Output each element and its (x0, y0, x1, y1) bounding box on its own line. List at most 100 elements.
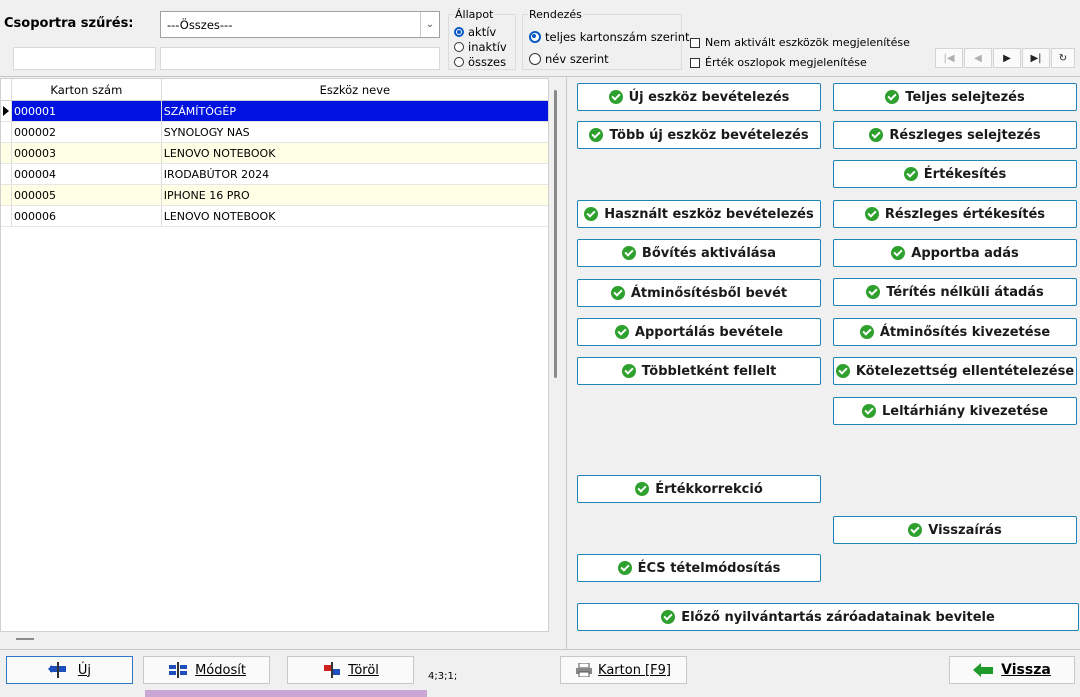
table-row[interactable]: 000004 IRODABÚTOR 2024 (1, 164, 548, 185)
partial-scrapping-button[interactable]: Részleges selejtezés (833, 121, 1077, 149)
printer-icon (576, 663, 593, 677)
multiple-new-assets-button[interactable]: Több új eszköz bevételezés (577, 121, 821, 149)
sort-option-code[interactable]: teljes kartonszám szerint (529, 26, 690, 48)
column-header-code[interactable]: Karton szám (12, 79, 162, 100)
write-back-button[interactable]: Visszaírás (833, 516, 1077, 544)
status-text: 4;3;1; (428, 671, 458, 682)
new-asset-button[interactable]: Új eszköz bevételezés (577, 83, 821, 111)
check-icon (864, 207, 879, 221)
cell-name[interactable]: LENOVO NOTEBOOK (162, 206, 548, 226)
surplus-found-button[interactable]: Többletként fellelt (577, 357, 821, 385)
radio-icon[interactable] (454, 26, 464, 37)
value-correction-button[interactable]: Értékkorrekció (577, 475, 821, 503)
group-filter-label: Csoportra szűrés: (4, 16, 134, 31)
prev-icon[interactable]: ◀ (964, 48, 992, 68)
group-filter-select[interactable]: ---Összes--- ⌄ (160, 11, 440, 38)
table-row[interactable]: 000006 LENOVO NOTEBOOK (1, 206, 548, 227)
check-icon (908, 523, 923, 537)
grid-header: Karton szám Eszköz neve (1, 79, 548, 101)
radio-icon[interactable] (529, 31, 541, 43)
table-row[interactable]: 000003 LENOVO NOTEBOOK (1, 143, 548, 164)
cell-code[interactable]: 000004 (12, 164, 162, 184)
cell-code[interactable]: 000006 (12, 206, 162, 226)
status-option-active[interactable]: aktív (454, 24, 507, 39)
check-icon (589, 128, 604, 142)
delete-record-icon (324, 662, 341, 678)
full-scrapping-button[interactable]: Teljes selejtezés (833, 83, 1077, 111)
last-icon[interactable]: ▶| (1022, 48, 1050, 68)
chevron-down-icon[interactable]: ⌄ (420, 12, 439, 37)
cell-name[interactable]: SYNOLOGY NAS (162, 122, 548, 142)
cell-code[interactable]: 000001 (11, 101, 162, 121)
column-header-name[interactable]: Eszköz neve (162, 79, 548, 100)
name-search-input[interactable] (160, 47, 440, 70)
reclassification-out-button[interactable]: Átminősítés kivezetése (833, 318, 1077, 346)
sort-group-title: Rendezés (528, 8, 583, 21)
contribution-in-button[interactable]: Apportálás bevétele (577, 318, 821, 346)
cell-code[interactable]: 000002 (12, 122, 162, 142)
ecs-item-modification-button[interactable]: ÉCS tételmódosítás (577, 554, 821, 582)
radio-icon[interactable] (454, 56, 464, 67)
modify-record-icon (169, 662, 188, 678)
table-row[interactable]: 000001 SZÁMÍTÓGÉP (1, 101, 548, 122)
cell-code[interactable]: 000005 (12, 185, 162, 205)
free-transfer-button[interactable]: Térítés nélküli átadás (833, 278, 1077, 306)
check-icon (614, 325, 629, 339)
first-icon[interactable]: |◀ (935, 48, 963, 68)
check-icon (610, 286, 625, 300)
check-icon (859, 325, 874, 339)
check-icon (621, 364, 636, 378)
sale-button[interactable]: Értékesítés (833, 160, 1077, 188)
table-row[interactable]: 000002 SYNOLOGY NAS (1, 122, 548, 143)
top-divider (0, 76, 1080, 77)
used-asset-button[interactable]: Használt eszköz bevételezés (577, 200, 821, 228)
group-filter-value: ---Összes--- (167, 18, 233, 32)
checkbox-icon[interactable] (690, 37, 700, 48)
back-arrow-icon (973, 663, 994, 677)
cell-name[interactable]: LENOVO NOTEBOOK (162, 143, 548, 163)
delete-button[interactable]: Töröl (287, 656, 414, 684)
check-icon (835, 364, 850, 378)
previous-closing-data-button[interactable]: Előző nyilvántartás záróadatainak bevite… (577, 603, 1079, 631)
check-icon (903, 167, 918, 181)
modify-button[interactable]: Módosít (143, 656, 270, 684)
new-button[interactable]: Új (6, 656, 133, 684)
inventory-shortage-button[interactable]: Leltárhiány kivezetése (833, 397, 1077, 425)
check-icon (621, 246, 636, 260)
show-values-checkbox[interactable]: Érték oszlopok megjelenítése (690, 56, 867, 69)
cell-name[interactable]: IPHONE 16 PRO (162, 185, 548, 205)
check-icon (617, 561, 632, 575)
next-icon[interactable]: ▶ (993, 48, 1021, 68)
check-icon (661, 610, 676, 624)
cell-name[interactable]: IRODABÚTOR 2024 (162, 164, 548, 184)
code-search-input[interactable] (13, 47, 156, 70)
back-button[interactable]: Vissza (949, 656, 1075, 684)
check-icon (891, 246, 906, 260)
table-row[interactable]: 000005 IPHONE 16 PRO (1, 185, 548, 206)
checkbox-icon[interactable] (690, 57, 700, 68)
check-icon (861, 404, 876, 418)
check-icon (608, 90, 623, 104)
status-option-inactive[interactable]: inaktív (454, 39, 507, 54)
sort-option-name[interactable]: név szerint (529, 48, 690, 70)
show-inactive-checkbox[interactable]: Nem aktivált eszközök megjelenítése (690, 36, 910, 49)
radio-icon[interactable] (454, 41, 464, 52)
expansion-activation-button[interactable]: Bővítés aktiválása (577, 239, 821, 267)
current-row-indicator-icon (3, 106, 9, 116)
panel-divider (566, 78, 567, 650)
liability-offset-button[interactable]: Kötelezettség ellentételezése (833, 357, 1077, 385)
status-option-all[interactable]: összes (454, 54, 507, 69)
card-button[interactable]: Karton [F9] (560, 656, 687, 684)
horizontal-scrollbar[interactable] (16, 638, 34, 640)
vertical-scrollbar[interactable] (554, 90, 557, 378)
radio-icon[interactable] (529, 53, 541, 65)
partial-sale-button[interactable]: Részleges értékesítés (833, 200, 1077, 228)
reclassification-in-button[interactable]: Átminősítésből bevét (577, 279, 821, 307)
asset-grid[interactable]: Karton szám Eszköz neve 000001 SZÁMÍTÓGÉ… (0, 78, 549, 632)
cell-name[interactable]: SZÁMÍTÓGÉP (161, 101, 548, 121)
check-icon (635, 482, 650, 496)
contribution-out-button[interactable]: Apportba adás (833, 239, 1077, 267)
cell-code[interactable]: 000003 (12, 143, 162, 163)
check-icon (584, 207, 599, 221)
refresh-icon[interactable]: ↻ (1051, 48, 1075, 68)
